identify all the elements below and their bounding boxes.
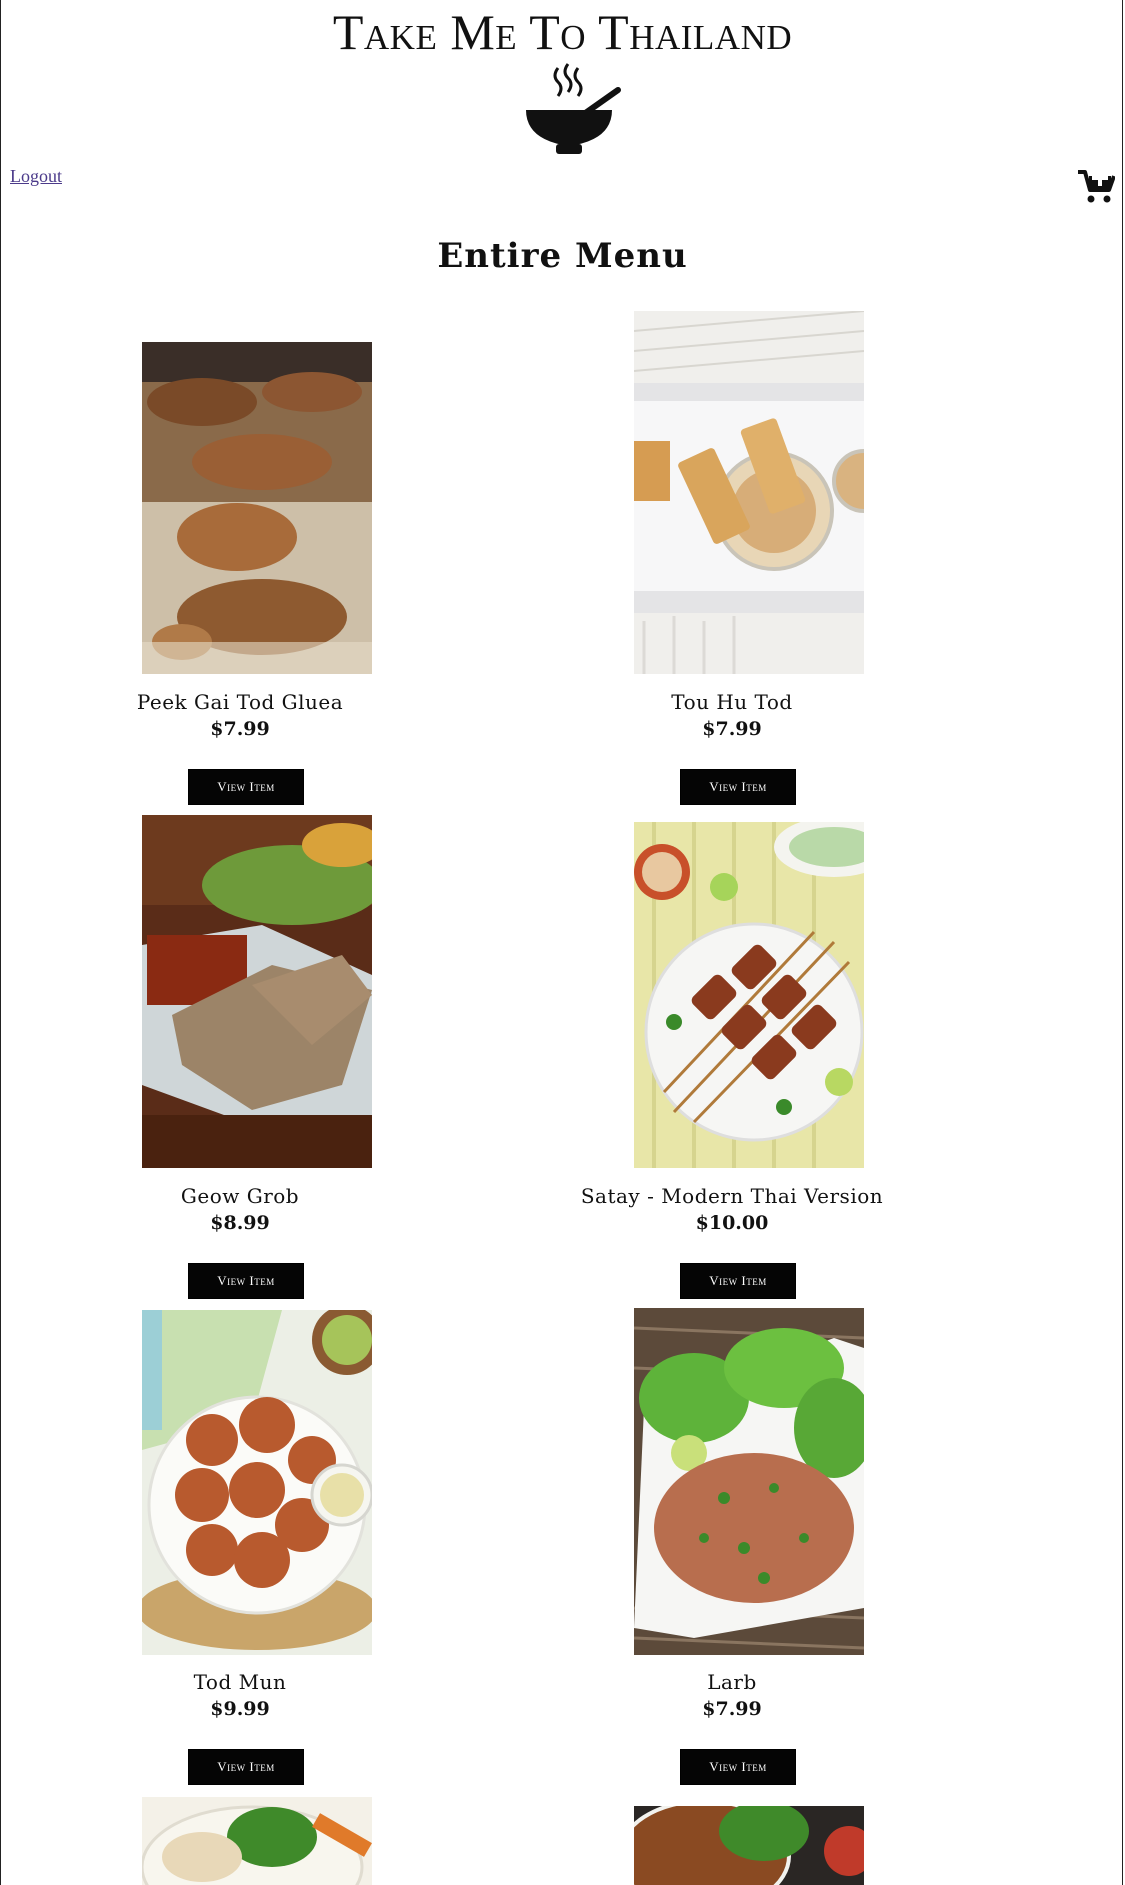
view-item-button[interactable]: View Item bbox=[680, 1749, 796, 1785]
logout-link[interactable]: Logout bbox=[10, 166, 62, 187]
fried-wonton-photo bbox=[142, 815, 372, 1168]
menu-item-name: Tou Hu Tod bbox=[671, 690, 793, 714]
view-item-button[interactable]: View Item bbox=[680, 1263, 796, 1299]
view-item-button[interactable]: View Item bbox=[188, 1263, 304, 1299]
menu-item-name: Satay - Modern Thai Version bbox=[580, 1184, 884, 1208]
menu-item-name: Geow Grob bbox=[180, 1184, 300, 1208]
fish-cakes-photo bbox=[142, 1310, 372, 1655]
steaming-bowl-icon bbox=[526, 63, 621, 154]
page-title: Entire Menu bbox=[437, 236, 688, 276]
menu-item-name: Larb bbox=[707, 1670, 757, 1694]
fried-tofu-photo bbox=[634, 311, 864, 674]
menu-item-price: $8.99 bbox=[210, 1212, 270, 1234]
menu-item-price: $9.99 bbox=[210, 1698, 270, 1720]
view-item-button[interactable]: View Item bbox=[680, 769, 796, 805]
menu-item-price: $7.99 bbox=[702, 718, 762, 740]
menu-item-photo-partial bbox=[142, 1797, 372, 1885]
larb-salad-photo bbox=[634, 1308, 864, 1655]
menu-item-price: $7.99 bbox=[702, 1698, 762, 1720]
menu-item-price: $7.99 bbox=[210, 718, 270, 740]
view-item-button[interactable]: View Item bbox=[188, 769, 304, 805]
site-title: Take Me To Thailand bbox=[332, 4, 793, 60]
satay-skewers-photo bbox=[634, 822, 864, 1168]
add-to-cart-icon[interactable] bbox=[1077, 168, 1115, 204]
menu-item-name: Peek Gai Tod Gluea bbox=[136, 690, 344, 714]
fried-chicken-photo bbox=[142, 342, 372, 674]
menu-item-photo-partial bbox=[634, 1806, 864, 1885]
menu-item-price: $10.00 bbox=[695, 1212, 769, 1234]
menu-item-name: Tod Mun bbox=[193, 1670, 287, 1694]
view-item-button[interactable]: View Item bbox=[188, 1749, 304, 1785]
